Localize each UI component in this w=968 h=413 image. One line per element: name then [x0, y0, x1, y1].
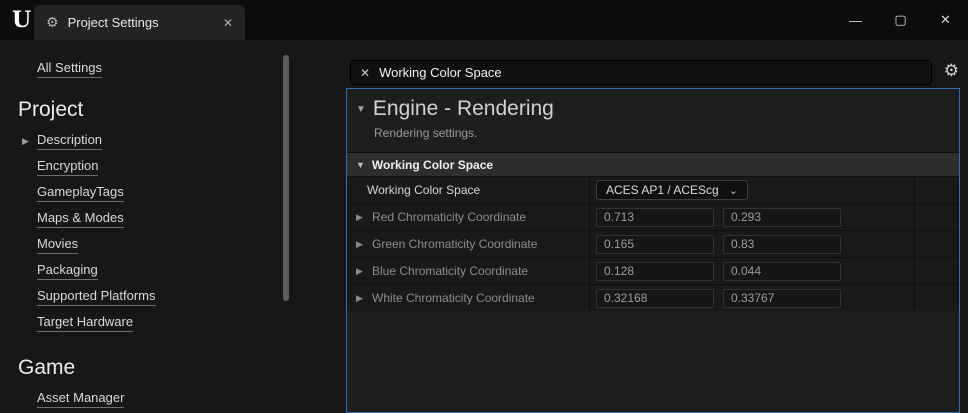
sidebar-item-gameplaytags[interactable]: GameplayTags: [22, 180, 345, 206]
sidebar-item-label[interactable]: Description: [37, 132, 102, 150]
setting-label-cell: ▶ Red Chromaticity Coordinate: [347, 204, 590, 230]
expand-arrow-icon[interactable]: ▶: [356, 212, 372, 223]
sidebar-item-label[interactable]: Asset Manager: [37, 390, 124, 408]
tab-title: Project Settings: [68, 15, 159, 30]
sidebar-item-asset-manager[interactable]: Asset Manager: [22, 386, 345, 412]
expand-arrow-icon[interactable]: ▶: [22, 136, 37, 147]
coordinate-x-input[interactable]: [596, 262, 714, 281]
category-label: Working Color Space: [372, 158, 493, 172]
chevron-down-icon: ⌄: [729, 184, 738, 197]
coordinate-x-input[interactable]: [596, 235, 714, 254]
settings-main: ✕ ⚙ ▼ Engine - Rendering Rendering setti…: [345, 40, 968, 413]
sidebar-item-movies[interactable]: Movies: [22, 232, 345, 258]
expand-arrow-icon[interactable]: ▶: [356, 293, 372, 304]
close-button[interactable]: ✕: [923, 0, 968, 40]
expand-arrow-icon[interactable]: ▶: [356, 239, 372, 250]
setting-row-green-chromaticity: ▶ Green Chromaticity Coordinate: [347, 230, 959, 257]
coordinate-y-input[interactable]: [723, 208, 841, 227]
setting-value-cell: ACES AP1 / ACEScg ⌄: [590, 177, 915, 203]
row-extra-cell: [915, 285, 959, 311]
row-extra-cell: [915, 231, 959, 257]
sidebar-scrollbar[interactable]: [283, 55, 289, 301]
tab-project-settings[interactable]: ⚙ Project Settings ✕: [34, 5, 245, 40]
clear-search-icon[interactable]: ✕: [360, 66, 370, 80]
setting-label: Blue Chromaticity Coordinate: [372, 264, 528, 278]
settings-panel: ▼ Engine - Rendering Rendering settings.…: [346, 88, 960, 413]
sidebar-item-label[interactable]: Movies: [37, 236, 78, 254]
coordinate-x-input[interactable]: [596, 208, 714, 227]
setting-value-cell: [590, 231, 915, 257]
sidebar-item-label[interactable]: Target Hardware: [37, 314, 133, 332]
coordinate-y-input[interactable]: [723, 235, 841, 254]
setting-row-working-color-space: Working Color Space ACES AP1 / ACEScg ⌄: [347, 176, 959, 203]
search-input[interactable]: [379, 65, 922, 80]
row-extra-cell: [915, 177, 959, 203]
sidebar-section-project: Project: [18, 98, 345, 122]
working-color-space-dropdown[interactable]: ACES AP1 / ACEScg ⌄: [596, 180, 748, 200]
setting-label-cell: ▶ Blue Chromaticity Coordinate: [347, 258, 590, 284]
project-settings-window: U ⚙ Project Settings ✕ — ▢ ✕ All Setting…: [0, 0, 968, 413]
sidebar-item-label[interactable]: Maps & Modes: [37, 210, 124, 228]
setting-value-cell: [590, 285, 915, 311]
project-settings-icon: ⚙: [46, 14, 59, 31]
panel-subtitle: Rendering settings.: [374, 126, 959, 140]
sidebar-section-game: Game: [18, 356, 345, 380]
sidebar-item-supported-platforms[interactable]: Supported Platforms: [22, 284, 345, 310]
setting-label: White Chromaticity Coordinate: [372, 291, 535, 305]
coordinate-x-input[interactable]: [596, 289, 714, 308]
sidebar-item-all-settings[interactable]: All Settings: [37, 60, 102, 78]
settings-sidebar: All Settings Project ▶ Description Encry…: [0, 40, 345, 413]
sidebar-item-label[interactable]: Encryption: [37, 158, 98, 176]
expand-arrow-icon[interactable]: ▶: [356, 266, 372, 277]
sidebar-item-label[interactable]: Packaging: [37, 262, 98, 280]
maximize-button[interactable]: ▢: [878, 0, 923, 40]
sidebar-item-packaging[interactable]: Packaging: [22, 258, 345, 284]
dropdown-value: ACES AP1 / ACEScg: [606, 183, 719, 197]
row-extra-cell: [915, 204, 959, 230]
coordinate-y-input[interactable]: [723, 262, 841, 281]
setting-label-cell: ▶ White Chromaticity Coordinate: [347, 285, 590, 311]
sidebar-item-target-hardware[interactable]: Target Hardware: [22, 310, 345, 336]
collapse-arrow-icon[interactable]: ▼: [356, 160, 365, 170]
sidebar-item-description[interactable]: ▶ Description: [22, 128, 345, 154]
setting-value-cell: [590, 204, 915, 230]
unreal-logo-icon: U: [12, 7, 31, 33]
setting-label: Red Chromaticity Coordinate: [372, 210, 526, 224]
sidebar-item-label[interactable]: GameplayTags: [37, 184, 124, 202]
sidebar-item-encryption[interactable]: Encryption: [22, 154, 345, 180]
panel-title: Engine - Rendering: [373, 97, 554, 121]
setting-label: Green Chromaticity Coordinate: [372, 237, 537, 251]
panel-header: ▼ Engine - Rendering: [347, 89, 959, 121]
sidebar-item-maps-modes[interactable]: Maps & Modes: [22, 206, 345, 232]
setting-value-cell: [590, 258, 915, 284]
tab-close-icon[interactable]: ✕: [223, 16, 233, 30]
category-working-color-space[interactable]: ▼ Working Color Space: [347, 152, 959, 176]
sidebar-item-label[interactable]: Supported Platforms: [37, 288, 156, 306]
setting-row-blue-chromaticity: ▶ Blue Chromaticity Coordinate: [347, 257, 959, 284]
minimize-button[interactable]: —: [833, 0, 878, 40]
row-extra-cell: [915, 258, 959, 284]
collapse-arrow-icon[interactable]: ▼: [356, 104, 366, 115]
search-bar[interactable]: ✕: [350, 60, 932, 85]
title-bar: U ⚙ Project Settings ✕ — ▢ ✕: [0, 0, 968, 40]
window-controls: — ▢ ✕: [833, 0, 968, 40]
setting-label: Working Color Space: [347, 177, 590, 203]
setting-row-white-chromaticity: ▶ White Chromaticity Coordinate: [347, 284, 959, 311]
setting-row-red-chromaticity: ▶ Red Chromaticity Coordinate: [347, 203, 959, 230]
coordinate-y-input[interactable]: [723, 289, 841, 308]
setting-label-cell: ▶ Green Chromaticity Coordinate: [347, 231, 590, 257]
settings-gear-icon[interactable]: ⚙: [944, 61, 959, 81]
